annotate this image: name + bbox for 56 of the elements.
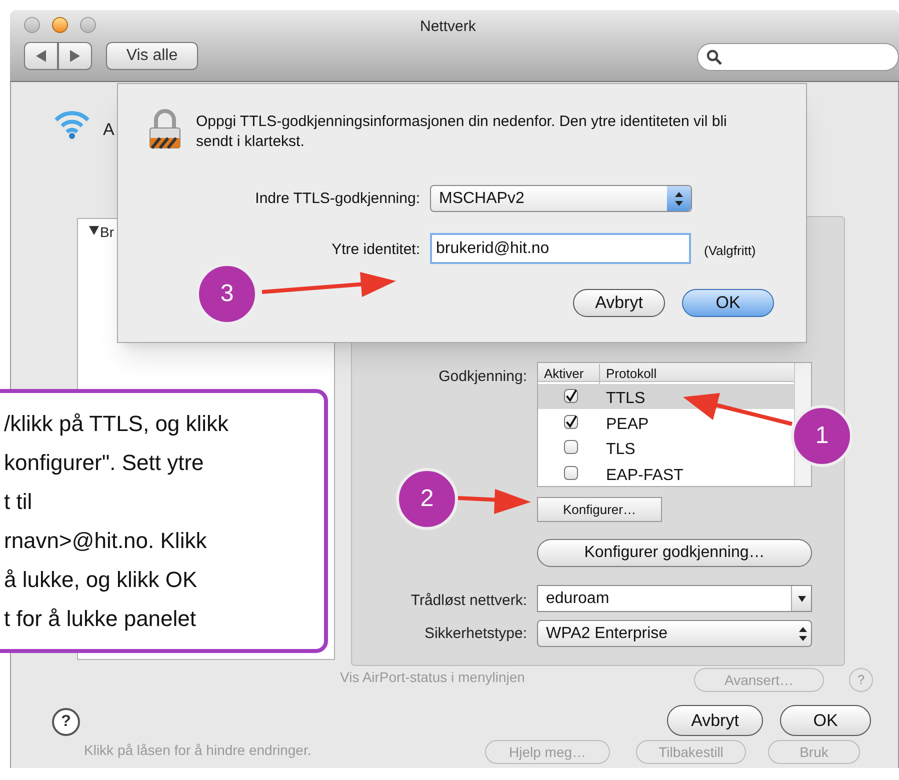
callout-text: rnavn>@hit.no. Klikk	[3, 527, 208, 555]
table-cell[interactable]: EAP-FAST	[606, 464, 684, 488]
optional-note: (Valgfritt)	[704, 242, 756, 260]
callout-text: å lukke, og klikk OK	[3, 566, 198, 594]
lock-icon	[148, 108, 182, 150]
field-value: WPA2 Enterprise	[545, 624, 669, 644]
cancel-button[interactable]: Avbryt	[667, 705, 763, 736]
checkbox[interactable]	[564, 440, 578, 454]
back-arrow-icon	[36, 50, 46, 62]
callout-text: t for å lukke panelet	[3, 605, 198, 633]
table-cell[interactable]: PEAP	[606, 412, 649, 436]
field-label: Indre TTLS-godkjenning:	[254, 189, 420, 209]
checkbox[interactable]	[564, 466, 578, 480]
ok-button[interactable]: OK	[780, 705, 871, 736]
disclosure-triangle-icon	[89, 226, 99, 235]
checkbox-label: Vis AirPort-status i menylinjen	[340, 668, 525, 687]
field-label: Sikkerhetstype:	[423, 624, 527, 644]
network-combo-box[interactable]: eduroam	[537, 585, 812, 612]
field-label: Godkjenning:	[438, 367, 527, 387]
show-all-button[interactable]: Vis alle	[106, 42, 198, 70]
dropdown-arrow-icon	[798, 596, 806, 602]
stepper-arrows-icon	[799, 626, 807, 640]
checkmark-icon	[565, 389, 577, 403]
inner-auth-popup[interactable]: MSCHAPv2	[430, 185, 692, 212]
forward-arrow-icon	[70, 50, 80, 62]
stepper-arrows-icon	[675, 192, 683, 206]
outer-identity-field[interactable]: brukerid@hit.no	[430, 233, 691, 264]
back-button[interactable]	[24, 42, 58, 70]
checkbox[interactable]	[564, 389, 578, 403]
lock-text: Klikk på låsen for å hindre endringer.	[84, 741, 312, 760]
ok-button[interactable]: OK	[682, 289, 774, 317]
configure-button[interactable]: Konfigurer…	[537, 497, 662, 522]
forward-button[interactable]	[58, 42, 92, 70]
table-cell[interactable]: TLS	[606, 438, 636, 462]
checkmark-icon	[565, 414, 577, 428]
dropdown-button[interactable]	[791, 586, 811, 611]
configure-authentication-button[interactable]: Konfigurer godkjenning…	[537, 539, 812, 567]
security-type-popup[interactable]: WPA2 Enterprise	[537, 620, 812, 647]
service-name: A	[103, 119, 114, 141]
wifi-icon	[52, 108, 92, 140]
cancel-button[interactable]: Avbryt	[573, 289, 665, 317]
field-label: Trådløst nettverk:	[410, 591, 527, 611]
callout-text: t til	[3, 488, 34, 516]
field-value: MSCHAPv2	[438, 188, 526, 208]
search-field[interactable]	[697, 43, 899, 71]
field-value: eduroam	[545, 588, 610, 608]
callout-text: konfigurer". Sett ytre	[3, 449, 205, 477]
table-cell[interactable]: TTLS	[606, 387, 646, 411]
checkbox[interactable]	[564, 414, 578, 428]
field-label: Ytre identitet:	[330, 240, 420, 260]
callout-text: /klikk på TTLS, og klikk	[3, 410, 230, 438]
search-icon	[706, 49, 722, 65]
window-title: Nettverk	[420, 17, 476, 37]
list-heading: Br	[100, 223, 114, 242]
dialog-message: Oppgi TTLS-godkjenningsinformasjonen din nedenfor. Den ytre identiteten vil bli sendt i klartekst.	[196, 112, 728, 152]
column-header[interactable]: Protokoll	[602, 364, 722, 384]
